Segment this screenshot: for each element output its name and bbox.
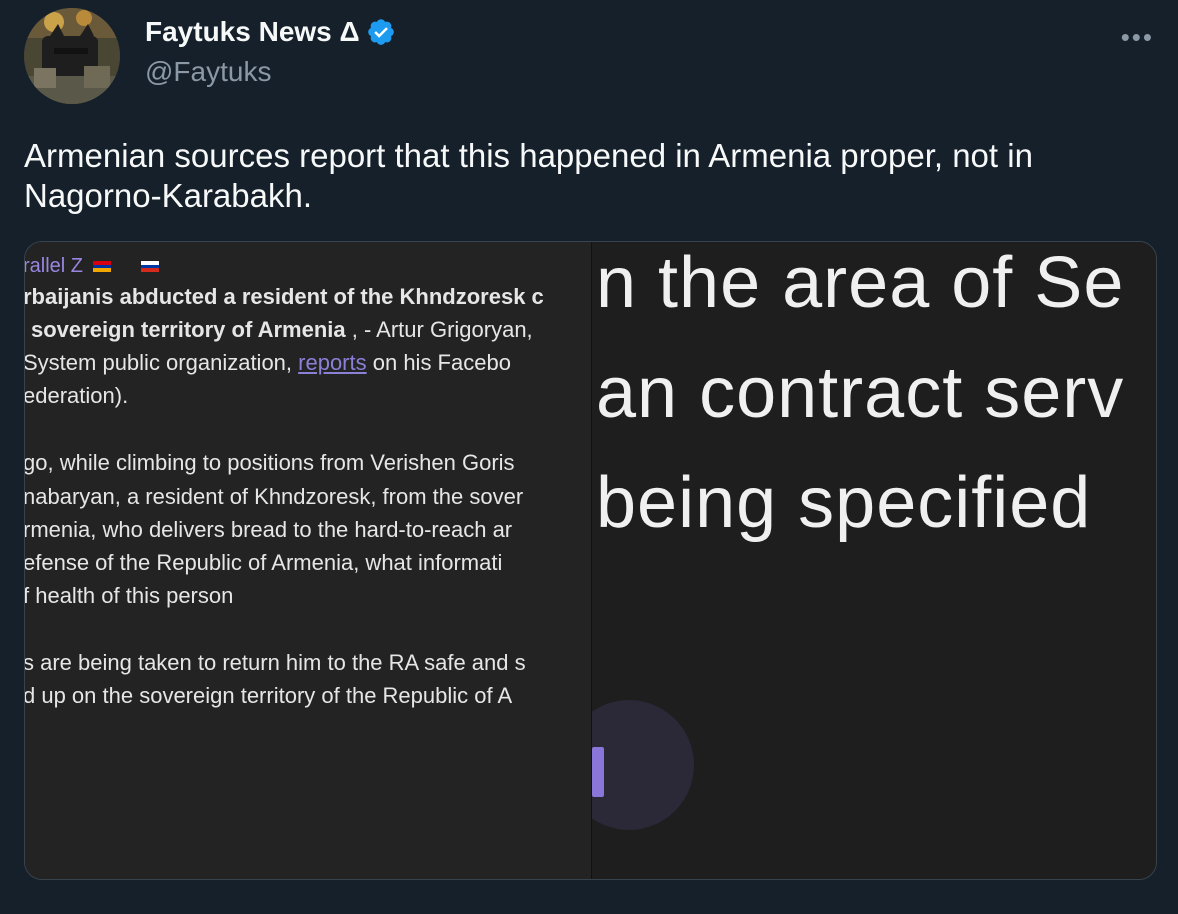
- more-options-icon[interactable]: •••: [1121, 22, 1154, 53]
- post-line: nabaryan, a resident of Khndzoresk, from…: [25, 484, 524, 509]
- zoomed-line: n the area of Se: [596, 243, 1125, 323]
- post-line: ederation).: [25, 383, 129, 408]
- post-line: rbaijanis abducted a resident of the Khn…: [25, 284, 544, 309]
- author-handle[interactable]: @Faytuks: [145, 56, 271, 88]
- post-line: System public organization, reports on h…: [25, 350, 511, 375]
- post-line: s are being taken to return him to the R…: [25, 650, 526, 675]
- media-image-left[interactable]: rallel Z rbaijanis abducted a resident o…: [25, 242, 591, 879]
- avatar-image: [24, 8, 120, 104]
- zoomed-line: being specified: [596, 463, 1092, 543]
- author-name[interactable]: Faytuks News Δ: [145, 16, 360, 48]
- floating-action-button: [592, 700, 694, 830]
- post-line: go, while climbing to positions from Ver…: [25, 450, 515, 475]
- media-image-right[interactable]: n the area of Se an contract serv being …: [591, 242, 1156, 879]
- tweet-text: Armenian sources report that this happen…: [24, 137, 1033, 214]
- channel-row: rallel Z: [25, 252, 160, 278]
- fab-glyph-icon: [592, 747, 604, 797]
- reports-link[interactable]: reports: [298, 350, 366, 375]
- verified-badge-icon: [367, 19, 394, 45]
- tweet-media[interactable]: rallel Z rbaijanis abducted a resident o…: [24, 241, 1157, 880]
- post-line: d up on the sovereign territory of the R…: [25, 683, 513, 708]
- russia-flag-icon: [141, 260, 160, 272]
- avatar[interactable]: [24, 8, 120, 104]
- channel-name: rallel Z: [25, 255, 84, 277]
- post-line: efense of the Republic of Armenia, what …: [25, 550, 503, 575]
- post-line: f health of this person: [25, 583, 234, 608]
- post-line: sovereign territory of Armenia , - Artur…: [31, 317, 533, 342]
- post-line: rmenia, who delivers bread to the hard-t…: [25, 517, 513, 542]
- author-name-row[interactable]: Faytuks News Δ: [145, 16, 396, 48]
- zoomed-line: an contract serv: [596, 353, 1125, 433]
- armenia-flag-icon: [93, 260, 112, 272]
